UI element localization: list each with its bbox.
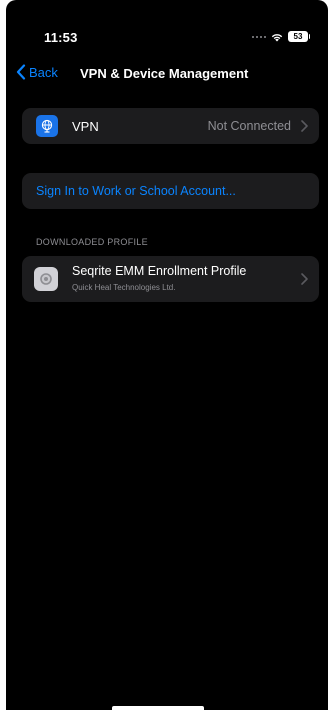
home-indicator[interactable] (112, 706, 204, 710)
profile-subtitle: Quick Heal Technologies Ltd. (72, 283, 176, 292)
chevron-right-icon (301, 273, 308, 285)
status-time: 11:53 (44, 30, 78, 45)
battery-indicator: 53 (288, 31, 310, 42)
profile-row[interactable]: Seqrite EMM Enrollment Profile Quick Hea… (22, 256, 319, 302)
page-title: VPN & Device Management (80, 66, 249, 81)
profile-title: Seqrite EMM Enrollment Profile (72, 264, 247, 278)
sign-in-work-school-link[interactable]: Sign In to Work or School Account... (36, 184, 236, 198)
vpn-row[interactable]: VPN Not Connected (22, 108, 319, 144)
status-indicators: 53 (252, 31, 310, 42)
sign-in-work-school-row[interactable]: Sign In to Work or School Account... (22, 173, 319, 209)
downloaded-profile-header: DOWNLOADED PROFILE (36, 237, 148, 247)
back-button[interactable]: Back (16, 64, 58, 80)
chevron-right-icon (301, 120, 308, 132)
back-label: Back (29, 64, 58, 80)
gear-icon (34, 267, 58, 291)
chevron-left-icon (16, 64, 26, 80)
phone-screen: 11:53 53 Back VPN & Device Management VP… (6, 0, 328, 710)
cellular-signal-icon (252, 35, 266, 38)
wifi-icon (271, 33, 283, 41)
globe-vpn-icon (36, 115, 58, 137)
navigation-bar: Back VPN & Device Management (6, 62, 328, 88)
vpn-label: VPN (72, 119, 99, 134)
status-bar: 11:53 53 (6, 0, 328, 52)
vpn-status: Not Connected (207, 119, 291, 133)
